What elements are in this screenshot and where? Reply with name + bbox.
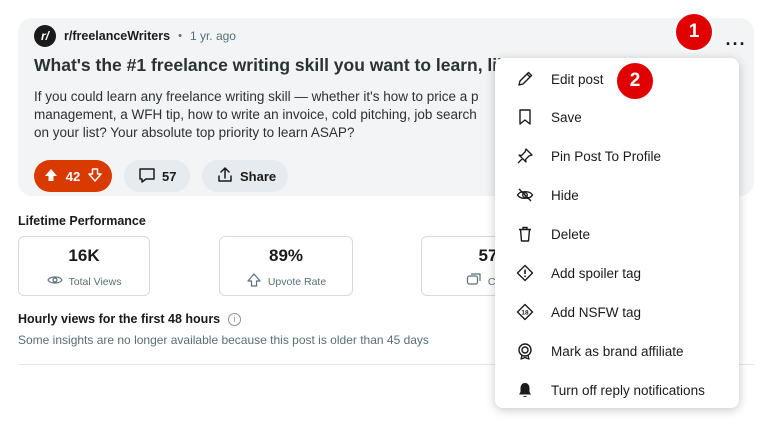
menu-item-label: Edit post (551, 71, 604, 87)
menu-item-label: Add spoiler tag (551, 265, 642, 281)
subreddit-name[interactable]: r/freelanceWriters (64, 29, 170, 43)
stat-total-views: 16K Total Views (18, 236, 150, 296)
post-body-line: management, a WFH tip, how to write an i… (34, 107, 477, 122)
comments-button[interactable]: 57 (124, 160, 190, 192)
step-badge-2: 2 (615, 61, 655, 101)
subreddit-avatar[interactable]: r/ (34, 25, 56, 47)
bookmark-icon (515, 107, 535, 127)
menu-item-delete[interactable]: Delete (495, 215, 739, 253)
meta-separator: • (178, 30, 182, 42)
share-label: Share (240, 168, 277, 184)
downvote-icon[interactable] (88, 167, 102, 185)
post-meta-row: r/ r/freelanceWriters • 1 yr. ago (34, 24, 236, 48)
stat-label: Total Views (68, 275, 122, 288)
menu-item-label: Save (551, 109, 582, 125)
menu-item-label: Add NSFW tag (551, 304, 642, 320)
menu-item-label: Pin Post To Profile (551, 148, 662, 164)
menu-item-label: Turn off reply notifications (551, 382, 705, 398)
post-body-line: on your list? Your absolute top priority… (34, 125, 355, 140)
post-overflow-menu: Edit post Save Pin Post To Profile Hide … (495, 58, 739, 408)
menu-item-hide[interactable]: Hide (495, 176, 739, 214)
stat-upvote-rate: 89% Upvote Rate (219, 236, 353, 296)
trash-icon (515, 224, 535, 244)
stat-label: Upvote Rate (267, 275, 327, 288)
upvote-icon[interactable] (44, 168, 58, 185)
menu-item-label: Hide (551, 187, 579, 203)
share-button[interactable]: Share (202, 160, 288, 192)
post-actions: 42 57 Share (34, 160, 288, 192)
menu-item-label: Mark as brand affiliate (551, 343, 684, 359)
menu-item-pin-post[interactable]: Pin Post To Profile (495, 137, 739, 175)
share-icon (216, 166, 234, 187)
comment-count: 57 (162, 168, 177, 184)
eye-icon (46, 272, 63, 291)
vote-control: 42 (34, 160, 112, 192)
hourly-views-title: Hourly views for the first 48 hours i (18, 312, 242, 326)
pencil-icon (515, 69, 535, 89)
menu-item-mark-brand-affiliate[interactable]: Mark as brand affiliate (495, 332, 739, 370)
eye-slash-icon (515, 185, 535, 205)
post-body[interactable]: If you could learn any freelance writing… (34, 88, 509, 142)
stat-label-row: Total Views (19, 272, 149, 291)
bell-icon (515, 380, 535, 400)
brand-affiliate-icon (515, 341, 535, 361)
stat-value: 16K (68, 246, 100, 265)
vote-count: 42 (65, 168, 81, 184)
pin-icon (515, 146, 535, 166)
post-body-line: If you could learn any freelance writing… (34, 89, 479, 104)
step-badge-1: 1 (674, 12, 714, 52)
comments-icon (466, 272, 482, 291)
post-age: 1 yr. ago (189, 29, 236, 43)
comment-icon (138, 166, 156, 187)
menu-item-label: Delete (551, 226, 591, 242)
menu-item-turn-off-reply-notifications[interactable]: Turn off reply notifications (495, 371, 739, 409)
nsfw-icon: 18 (515, 302, 535, 322)
menu-item-save[interactable]: Save (495, 98, 739, 136)
menu-item-add-spoiler-tag[interactable]: Add spoiler tag (495, 254, 739, 292)
post-title[interactable]: What's the #1 freelance writing skill yo… (34, 55, 509, 76)
info-icon[interactable]: i (228, 312, 242, 326)
menu-item-add-nsfw-tag[interactable]: 18 Add NSFW tag (495, 293, 739, 331)
nsfw-icon-text: 18 (521, 309, 529, 316)
stat-label-row: Upvote Rate (220, 272, 352, 291)
overflow-menu-button[interactable]: ··· (724, 34, 748, 54)
hourly-views-note: Some insights are no longer available be… (18, 333, 429, 347)
stat-value: 89% (268, 246, 304, 265)
lifetime-performance-title: Lifetime Performance (18, 214, 146, 228)
upvote-outline-icon (246, 272, 262, 291)
spoiler-icon (515, 263, 535, 283)
hourly-views-label: Hourly views for the first 48 hours (18, 312, 221, 326)
